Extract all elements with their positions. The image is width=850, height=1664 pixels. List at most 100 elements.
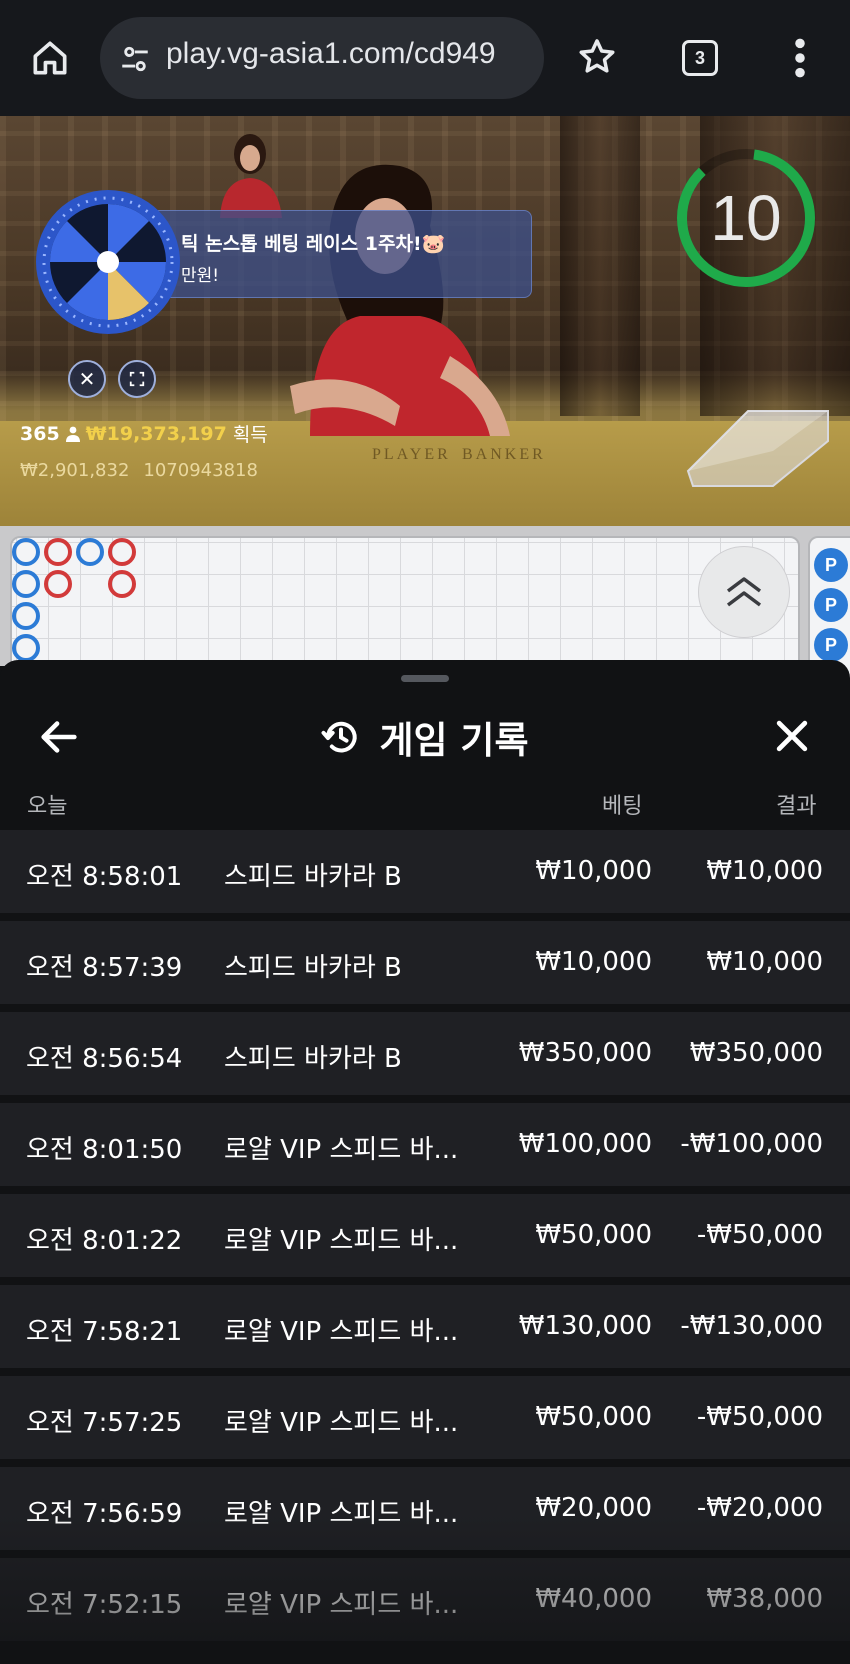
history-row[interactable]: 오전 7:52:15 로얄 VIP 스피드 바... ₩40,000 ₩38,0…	[0, 1558, 850, 1641]
history-row[interactable]: 오전 8:58:01 스피드 바카라 B ₩10,000 ₩10,000	[0, 830, 850, 913]
row-time: 오전 7:56:59	[26, 1499, 183, 1529]
row-result: -₩20,000	[696, 1493, 823, 1523]
history-row[interactable]: 오전 8:01:22 로얄 VIP 스피드 바... ₩50,000 -₩50,…	[0, 1194, 850, 1277]
row-result: -₩50,000	[696, 1402, 823, 1432]
row-time: 오전 8:56:54	[26, 1044, 183, 1074]
row-bet: ₩40,000	[535, 1584, 652, 1614]
row-bet: ₩10,000	[535, 856, 652, 886]
row-bet: ₩10,000	[535, 947, 652, 977]
person-icon	[65, 426, 80, 442]
card-shoe	[686, 410, 829, 487]
site-settings-icon[interactable]	[118, 42, 152, 76]
row-bet: ₩350,000	[518, 1038, 652, 1068]
row-game: 스피드 바카라 B	[224, 1044, 402, 1074]
promo-subtitle: 만원!	[181, 266, 220, 286]
row-time: 오전 8:57:39	[26, 953, 183, 983]
side-road-player-dot: P	[814, 548, 848, 582]
row-time: 오전 7:58:21	[26, 1317, 183, 1347]
wheel-close-button[interactable]: ✕	[68, 360, 106, 398]
bead-banker	[44, 538, 72, 566]
bead-banker	[108, 570, 136, 598]
live-video[interactable]: PLAYER BANKER 틱 논스톱 베팅 레이스 1주차!🐷 만원! ✕ 3…	[0, 116, 850, 526]
row-time: 오전 7:52:15	[26, 1590, 183, 1620]
winners-count: 365	[20, 422, 60, 445]
history-row[interactable]: 오전 7:56:59 로얄 VIP 스피드 바... ₩20,000 -₩20,…	[0, 1467, 850, 1550]
history-row[interactable]: 오전 8:56:54 스피드 바카라 B ₩350,000 ₩350,000	[0, 1012, 850, 1095]
bead-player	[12, 634, 40, 662]
felt-player-label: PLAYER	[372, 446, 451, 463]
row-bet: ₩50,000	[535, 1402, 652, 1432]
row-result: ₩10,000	[706, 856, 823, 886]
bead-player	[12, 538, 40, 566]
countdown-timer: 10	[710, 182, 782, 254]
double-chevron-up-icon	[726, 577, 762, 607]
winners-suffix: 획득	[232, 424, 268, 446]
home-icon[interactable]	[28, 36, 72, 80]
winners-info: 365 ₩19,373,197 획득	[20, 420, 268, 447]
side-road-player-dot: P	[814, 628, 848, 662]
row-bet: ₩50,000	[535, 1220, 652, 1250]
row-game: 로얄 VIP 스피드 바...	[224, 1317, 459, 1347]
sheet-title-group: 게임 기록	[0, 710, 850, 764]
row-time: 오전 7:57:25	[26, 1408, 183, 1438]
history-icon	[321, 721, 358, 753]
row-game: 스피드 바카라 B	[224, 953, 402, 983]
row-result: -₩100,000	[680, 1129, 823, 1159]
history-list: 오전 8:58:01 스피드 바카라 B ₩10,000 ₩10,000 오전 …	[0, 830, 850, 1649]
column-header-bet: 베팅	[602, 794, 643, 819]
side-road-player-dot: P	[814, 588, 848, 622]
bead-player	[12, 602, 40, 630]
row-bet: ₩130,000	[518, 1311, 652, 1341]
bead-player	[76, 538, 104, 566]
sheet-title: 게임 기록	[379, 719, 529, 762]
promo-title: 틱 논스톱 베팅 레이스 1주차!🐷	[181, 233, 446, 255]
row-result: ₩38,000	[706, 1584, 823, 1614]
row-result: ₩10,000	[706, 947, 823, 977]
game-history-sheet: 게임 기록 오늘 베팅 결과 오전 8:58:01 스피드 바카라 B ₩10,…	[0, 660, 850, 1664]
column-header-date: 오늘	[27, 794, 68, 819]
row-time: 오전 8:01:50	[26, 1135, 183, 1165]
row-result: ₩350,000	[689, 1038, 823, 1068]
row-time: 오전 8:01:22	[26, 1226, 183, 1256]
tab-switcher-button[interactable]: 3	[682, 40, 718, 76]
close-icon: ✕	[78, 367, 96, 391]
more-vert-icon[interactable]	[790, 36, 810, 80]
row-game: 스피드 바카라 B	[224, 862, 402, 892]
stat-id: 1070943818	[143, 460, 258, 481]
row-game: 로얄 VIP 스피드 바...	[224, 1226, 459, 1256]
table-stats: ₩2,901,832 1070943818	[20, 460, 258, 481]
background-dealer	[220, 134, 282, 218]
close-icon[interactable]	[770, 714, 814, 758]
column-header-result: 결과	[776, 794, 817, 819]
row-game: 로얄 VIP 스피드 바...	[224, 1135, 459, 1165]
row-game: 로얄 VIP 스피드 바...	[224, 1499, 459, 1529]
row-time: 오전 8:58:01	[26, 862, 183, 892]
curtain	[560, 116, 640, 416]
history-row[interactable]: 오전 7:57:25 로얄 VIP 스피드 바... ₩50,000 -₩50,…	[0, 1376, 850, 1459]
url-text[interactable]: play.vg-asia1.com/cd949	[166, 37, 496, 71]
prize-wheel-icon[interactable]	[34, 188, 182, 336]
tab-count: 3	[694, 47, 705, 68]
history-row[interactable]: 오전 8:57:39 스피드 바카라 B ₩10,000 ₩10,000	[0, 921, 850, 1004]
collapse-button[interactable]	[698, 546, 790, 638]
row-result: -₩130,000	[680, 1311, 823, 1341]
row-game: 로얄 VIP 스피드 바...	[224, 1408, 459, 1438]
history-row[interactable]: 오전 8:01:50 로얄 VIP 스피드 바... ₩100,000 -₩10…	[0, 1103, 850, 1186]
row-game: 로얄 VIP 스피드 바...	[224, 1590, 459, 1620]
row-bet: ₩20,000	[535, 1493, 652, 1523]
drag-handle[interactable]	[401, 675, 449, 682]
row-bet: ₩100,000	[518, 1129, 652, 1159]
bead-banker	[108, 538, 136, 566]
stat-amount: ₩2,901,832	[20, 460, 130, 481]
bookmark-star-icon[interactable]	[576, 36, 618, 78]
row-result: -₩50,000	[696, 1220, 823, 1250]
felt-banker-label: BANKER	[462, 446, 546, 463]
browser-toolbar: play.vg-asia1.com/cd949 3	[0, 0, 850, 116]
sheet-header: 게임 기록	[0, 690, 850, 780]
history-row[interactable]: 오전 7:58:21 로얄 VIP 스피드 바... ₩130,000 -₩13…	[0, 1285, 850, 1368]
bead-road: P P P	[0, 526, 850, 686]
bead-player	[12, 570, 40, 598]
address-bar[interactable]: play.vg-asia1.com/cd949	[100, 17, 544, 99]
expand-icon[interactable]	[118, 360, 156, 398]
winners-amount: ₩19,373,197	[85, 422, 227, 445]
